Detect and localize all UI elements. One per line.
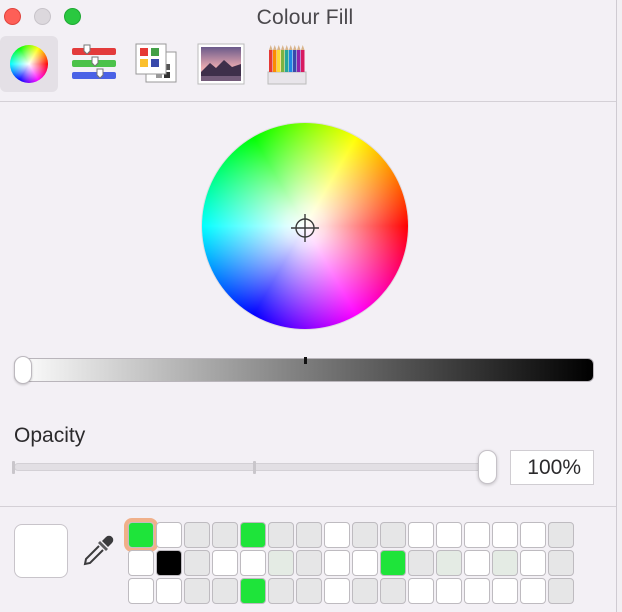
- opacity-slider-knob[interactable]: [478, 450, 497, 484]
- colour-swatch[interactable]: [296, 522, 322, 548]
- colour-swatch[interactable]: [548, 522, 574, 548]
- sliders-icon: [72, 44, 116, 79]
- eyedropper-icon[interactable]: [80, 533, 116, 569]
- color-wheel-icon: [10, 45, 48, 83]
- palettes-icon: [135, 43, 177, 83]
- colour-swatch[interactable]: [184, 578, 210, 604]
- colour-swatch[interactable]: [380, 522, 406, 548]
- opacity-label: Opacity: [14, 424, 86, 447]
- colour-swatch[interactable]: [128, 578, 154, 604]
- colour-swatch[interactable]: [268, 522, 294, 548]
- colour-swatch[interactable]: [296, 578, 322, 604]
- colour-swatch[interactable]: [520, 522, 546, 548]
- colour-swatch[interactable]: [380, 550, 406, 576]
- colour-swatch[interactable]: [268, 578, 294, 604]
- colour-swatch[interactable]: [240, 578, 266, 604]
- opacity-tick: [253, 461, 256, 474]
- colour-swatch[interactable]: [464, 578, 490, 604]
- colour-swatch[interactable]: [352, 550, 378, 576]
- opacity-tick: [12, 461, 15, 474]
- tab-pencils[interactable]: [258, 36, 316, 92]
- colour-swatch[interactable]: [436, 522, 462, 548]
- colour-swatch[interactable]: [184, 522, 210, 548]
- colour-swatch[interactable]: [128, 550, 154, 576]
- swatch-divider: [0, 506, 616, 507]
- opacity-value-field[interactable]: 100%: [510, 450, 594, 485]
- tab-colour-palettes[interactable]: [124, 36, 182, 92]
- colour-mode-toolbar: [0, 36, 616, 94]
- colour-wheel[interactable]: [202, 123, 408, 329]
- colour-swatch[interactable]: [268, 550, 294, 576]
- title-bar: Colour Fill: [0, 0, 616, 34]
- colour-swatch[interactable]: [324, 550, 350, 576]
- colour-swatch[interactable]: [548, 550, 574, 576]
- tab-colour-sliders[interactable]: [66, 36, 124, 92]
- colour-swatch[interactable]: [548, 578, 574, 604]
- current-colour-well[interactable]: [14, 524, 68, 578]
- colour-swatch[interactable]: [124, 518, 158, 552]
- brightness-slider-knob[interactable]: [14, 356, 32, 384]
- colour-swatch[interactable]: [240, 522, 266, 548]
- colour-fill-window: Colour Fill Opacity 100%: [0, 0, 617, 612]
- colour-swatch[interactable]: [296, 550, 322, 576]
- colour-swatch[interactable]: [212, 550, 238, 576]
- colour-swatch[interactable]: [520, 578, 546, 604]
- colour-swatch[interactable]: [464, 522, 490, 548]
- colour-swatch[interactable]: [324, 522, 350, 548]
- colour-swatch[interactable]: [380, 578, 406, 604]
- tab-colour-wheel[interactable]: [0, 36, 58, 92]
- colour-swatch[interactable]: [520, 550, 546, 576]
- colour-swatch[interactable]: [324, 578, 350, 604]
- colour-swatch[interactable]: [352, 578, 378, 604]
- window-title: Colour Fill: [256, 6, 354, 29]
- colour-swatch[interactable]: [436, 550, 462, 576]
- tab-image-palettes[interactable]: [192, 36, 250, 92]
- colour-swatch[interactable]: [492, 522, 518, 548]
- pencils-icon: [267, 45, 307, 85]
- colour-swatch[interactable]: [184, 550, 210, 576]
- toolbar-divider: [0, 101, 616, 102]
- colour-swatch[interactable]: [212, 522, 238, 548]
- colour-swatch[interactable]: [408, 522, 434, 548]
- colour-swatch[interactable]: [212, 578, 238, 604]
- colour-swatch[interactable]: [408, 550, 434, 576]
- image-palette-icon: [197, 43, 245, 85]
- colour-swatch[interactable]: [240, 550, 266, 576]
- colour-swatch[interactable]: [492, 550, 518, 576]
- colour-swatch[interactable]: [436, 578, 462, 604]
- crosshair-icon[interactable]: [290, 213, 320, 243]
- colour-swatch[interactable]: [156, 578, 182, 604]
- colour-swatch[interactable]: [408, 578, 434, 604]
- colour-swatch[interactable]: [464, 550, 490, 576]
- colour-swatch[interactable]: [156, 522, 182, 548]
- colour-swatch[interactable]: [352, 522, 378, 548]
- brightness-midpoint-tick: [304, 357, 307, 364]
- colour-swatch[interactable]: [492, 578, 518, 604]
- colour-swatch[interactable]: [156, 550, 182, 576]
